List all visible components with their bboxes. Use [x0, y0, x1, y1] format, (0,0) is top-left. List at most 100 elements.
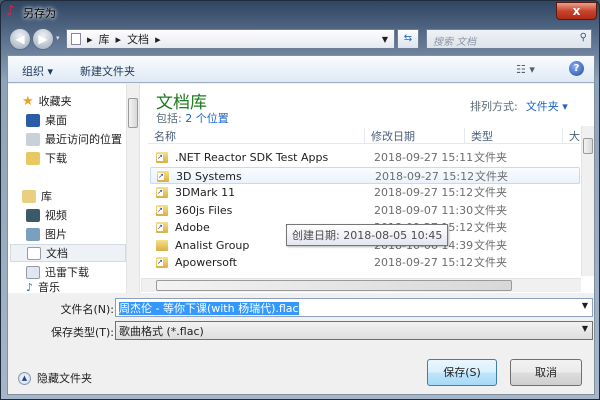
- column-type[interactable]: 类型: [464, 128, 562, 144]
- chevron-right-icon[interactable]: ▸: [116, 33, 122, 46]
- file-type: 文件夹: [474, 221, 507, 234]
- filename-input[interactable]: 周杰伦 - 等你下课(with 杨瑞代).flac ▼: [115, 298, 593, 317]
- file-name: Adobe: [175, 221, 210, 234]
- chevron-down-icon[interactable]: ▼: [582, 301, 588, 310]
- filename-value: 周杰伦 - 等你下课(with 杨瑞代).flac: [119, 302, 299, 315]
- file-row[interactable]: Apowersoft 2018-09-27 15:12文件夹: [150, 254, 580, 271]
- folder-shortcut-icon: [156, 204, 168, 216]
- breadcrumb-library[interactable]: 库: [99, 31, 110, 47]
- close-button[interactable]: x: [556, 2, 597, 20]
- nav-favorites[interactable]: ★ 收藏夹: [22, 92, 72, 110]
- address-dropdown-icon[interactable]: ▼: [382, 35, 388, 44]
- navigation-pane: ★ 收藏夹 桌面 最近访问的位置 下载 库 视频 图片 文档 迅雷下载 ♪ 音乐: [8, 84, 140, 293]
- column-size[interactable]: 大: [562, 128, 580, 144]
- folder-shortcut-icon: [156, 187, 168, 198]
- file-name: Analist Group: [175, 238, 250, 252]
- back-button[interactable]: ◀: [9, 28, 31, 50]
- organize-menu[interactable]: 组织 ▾: [22, 63, 53, 79]
- file-row[interactable]: 360js Files 2018-09-07 11:30文件夹: [150, 202, 580, 219]
- nav-label: 音乐: [38, 281, 61, 293]
- search-placeholder: 搜索 文档: [433, 37, 477, 48]
- save-type-value: 歌曲格式 (*.flac): [119, 325, 204, 338]
- nav-label: 迅雷下载: [45, 266, 89, 279]
- nav-pictures[interactable]: 图片: [26, 225, 67, 243]
- nav-music[interactable]: ♪ 音乐: [26, 281, 60, 293]
- save-type-label: 保存类型(T):: [50, 326, 114, 339]
- help-icon[interactable]: ?: [569, 61, 584, 76]
- file-type: 文件夹: [474, 238, 507, 252]
- file-date: 2018-09-27 15:11: [374, 151, 474, 164]
- nav-label: 下载: [45, 152, 67, 165]
- search-input[interactable]: 搜索 文档 ⚲: [426, 29, 592, 49]
- desktop-icon: [26, 113, 40, 127]
- arrange-dropdown[interactable]: 文件夹 ▾: [526, 100, 568, 113]
- arrange-by: 排列方式: 文件夹 ▾: [470, 98, 568, 114]
- nav-xunlei-downloads[interactable]: 迅雷下载: [26, 263, 89, 281]
- nav-libraries[interactable]: 库: [22, 187, 52, 205]
- document-icon: [26, 265, 40, 279]
- nav-scroll-thumb[interactable]: [128, 98, 138, 128]
- chevron-down-icon[interactable]: ▼: [582, 324, 588, 333]
- tooltip: 创建日期: 2018-08-05 10:45: [286, 224, 449, 246]
- nav-label: 收藏夹: [38, 95, 72, 108]
- file-type: 文件夹: [474, 203, 507, 217]
- video-icon: [26, 208, 40, 222]
- file-date: 2018-09-27 15:12: [374, 186, 474, 199]
- hide-folders-toggle[interactable]: ▲ 隐藏文件夹: [18, 370, 92, 386]
- file-date: 2018-09-27 15:12: [374, 256, 474, 269]
- file-name: 3D Systems: [176, 169, 242, 183]
- nav-downloads[interactable]: 下载: [26, 149, 67, 167]
- search-icon[interactable]: ⚲: [580, 32, 587, 43]
- nav-scrollbar[interactable]: [126, 84, 139, 293]
- nav-label: 桌面: [45, 114, 67, 127]
- file-row[interactable]: 3D Systems 2018-09-27 15:12文件夹: [150, 166, 580, 184]
- nav-desktop[interactable]: 桌面: [26, 111, 67, 129]
- picture-icon: [26, 227, 40, 241]
- breadcrumb-documents[interactable]: 文档: [127, 31, 149, 47]
- arrange-label: 排列方式:: [470, 100, 518, 113]
- hscroll-thumb[interactable]: [156, 280, 512, 291]
- nav-label: 最近访问的位置: [45, 133, 122, 146]
- file-row[interactable]: 3DMark 11 2018-09-27 15:12文件夹: [150, 184, 580, 201]
- chevron-right-icon[interactable]: ▸: [87, 33, 93, 46]
- dialog-window: ♪ 另存为 x ◀ ▶ ▾ ▸ 库 ▸ 文档 ▸ ▼ ⇆ 搜索 文档 ⚲ 组织 ▾…: [0, 0, 600, 400]
- recent-places-icon: [26, 132, 40, 146]
- chevron-up-icon: ▲: [18, 371, 31, 385]
- nav-label: 视频: [45, 209, 67, 222]
- nav-label: 文档: [46, 247, 68, 260]
- file-type: 文件夹: [474, 186, 507, 199]
- folder-shortcut-icon: [156, 152, 168, 163]
- nav-recent[interactable]: 最近访问的位置: [26, 130, 122, 148]
- cancel-button[interactable]: 取消: [510, 359, 582, 386]
- refresh-button[interactable]: ⇆: [397, 29, 419, 49]
- file-list-hscrollbar[interactable]: [141, 278, 581, 292]
- folder-shortcut-icon: [156, 257, 168, 268]
- column-header: 名称 修改日期 类型 大: [148, 124, 580, 144]
- column-name[interactable]: 名称: [148, 128, 364, 144]
- address-bar[interactable]: ▸ 库 ▸ 文档 ▸ ▼: [66, 29, 395, 49]
- file-name: 360js Files: [175, 203, 233, 217]
- downloads-folder-icon: [26, 151, 40, 165]
- chevron-right-icon[interactable]: ▸: [155, 33, 161, 46]
- library-folder-icon: [22, 189, 36, 203]
- file-list-vscrollbar[interactable]: [581, 126, 594, 276]
- history-dropdown-icon[interactable]: ▾: [56, 34, 60, 42]
- save-type-select[interactable]: 歌曲格式 (*.flac) ▼: [115, 321, 593, 340]
- folder-shortcut-icon: [157, 170, 169, 182]
- file-type: 文件夹: [474, 256, 507, 269]
- new-folder-button[interactable]: 新建文件夹: [80, 63, 135, 79]
- music-icon: ♪: [26, 281, 34, 293]
- file-name: .NET Reactor SDK Test Apps: [175, 151, 329, 164]
- browser-area: ★ 收藏夹 桌面 最近访问的位置 下载 库 视频 图片 文档 迅雷下载 ♪ 音乐 文…: [8, 84, 594, 293]
- view-options-icon[interactable]: ☷ ▾: [516, 63, 535, 76]
- column-date[interactable]: 修改日期: [364, 128, 464, 144]
- file-date: 2018-09-27 15:12: [375, 169, 475, 183]
- nav-videos[interactable]: 视频: [26, 206, 67, 224]
- file-type: 文件夹: [474, 151, 507, 164]
- save-button[interactable]: 保存(S): [427, 359, 497, 386]
- nav-documents[interactable]: 文档: [10, 244, 126, 262]
- library-icon: [71, 33, 81, 45]
- forward-button[interactable]: ▶: [32, 28, 54, 50]
- vscroll-thumb[interactable]: [583, 138, 593, 154]
- file-row[interactable]: .NET Reactor SDK Test Apps 2018-09-27 15:…: [150, 149, 580, 166]
